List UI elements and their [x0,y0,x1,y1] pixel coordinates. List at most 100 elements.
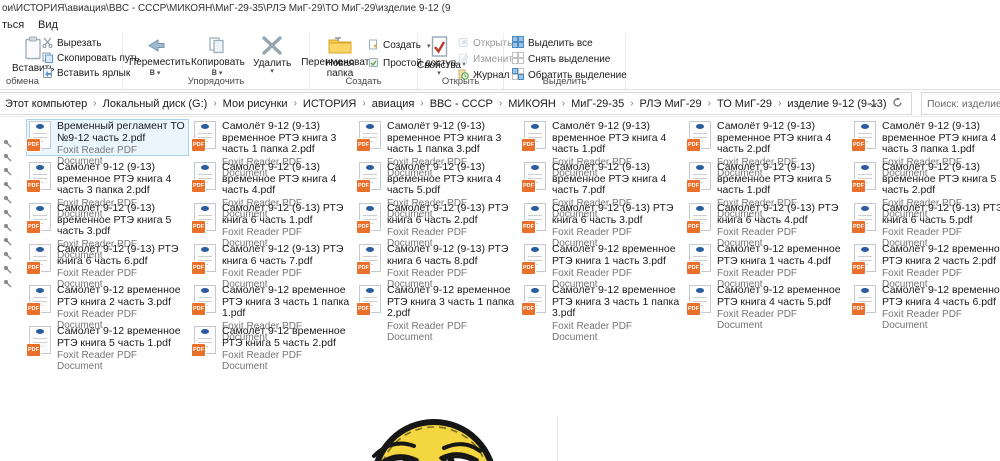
chevron-down-icon[interactable] [869,95,878,113]
breadcrumb-item[interactable]: Мои рисунки [223,98,288,110]
file-item[interactable]: PDF Самолёт 9-12 (9-13) РТЭ книга 6 част… [191,242,354,290]
explorer-window: ои\ИСТОРИЯ\авиация\ВВС - СССР\МИКОЯН\МиГ… [0,0,1000,461]
foxit-logo-icon [861,165,869,170]
foxit-logo-icon [36,165,44,170]
foxit-logo-icon [366,124,374,129]
file-item[interactable]: PDF Самолёт 9-12 (9-13) РТЭ книга 6 част… [356,242,519,290]
pdf-badge: PDF [27,303,40,315]
delete-button[interactable]: Удалить ▾ [253,36,291,75]
file-item[interactable]: PDF Самолёт 9-12 (9-13) временное РТЭ кн… [356,119,519,179]
address-bar[interactable]: Этот компьютер › Локальный диск (G:) › Мои р… [0,92,912,115]
search-box[interactable] [921,92,1000,115]
breadcrumb-item[interactable]: Этот компьютер [5,98,87,110]
file-name: Самолёт 9-12 (9-13) временное РТЭ книга … [717,161,832,196]
pdf-badge: PDF [27,221,40,233]
pin-icon [3,139,12,148]
breadcrumb-item[interactable]: ВВС - СССР [430,98,493,110]
pdf-badge: PDF [357,262,370,274]
pdf-file-icon: PDF [357,285,381,315]
file-item[interactable]: PDF Самолёт 9-12 (9-13) временное РТЭ кн… [521,119,684,179]
copy-to-button[interactable]: Копировать в [191,36,245,80]
foxit-logo-icon [201,206,209,211]
tab-view[interactable]: Вид [38,19,58,31]
file-item[interactable]: PDF Временный регламент ТО №9-12 часть 2… [26,119,189,167]
pdf-badge: PDF [192,262,205,274]
pdf-file-icon: PDF [192,162,216,192]
file-item[interactable]: PDF Самолёт 9-12 временное РТЭ книга 2 ч… [851,242,1000,290]
file-item[interactable]: PDF Самолёт 9-12 (9-13) РТЭ книга 6 част… [356,201,519,249]
pin-icon [3,195,12,204]
foxit-logo-icon [36,247,44,252]
select-all-button[interactable]: Выделить все [512,36,627,51]
file-item[interactable]: PDF Самолёт 9-12 (9-13) РТЭ книга 6 част… [191,201,354,249]
file-item[interactable]: PDF Самолёт 9-12 (9-13) РТЭ книга 6 част… [686,201,849,249]
file-item[interactable]: PDF Самолёт 9-12 (9-13) временное РТЭ кн… [356,160,519,220]
pin-column [3,139,12,288]
foxit-logo-icon [366,288,374,293]
file-item[interactable]: PDF Самолёт 9-12 (9-13) временное РТЭ кн… [686,119,849,179]
search-input[interactable] [922,93,1000,114]
file-item[interactable]: PDF Самолёт 9-12 временное РТЭ книга 1 ч… [521,242,684,290]
pdf-file-icon: PDF [852,203,876,233]
file-item[interactable]: PDF Самолёт 9-12 временное РТЭ книга 4 ч… [686,283,849,331]
foxit-logo-icon [36,206,44,211]
file-item[interactable]: PDF Самолёт 9-12 временное РТЭ книга 3 ч… [191,283,354,343]
pdf-badge: PDF [852,262,865,274]
file-grid: PDF Временный регламент ТО №9-12 часть 2… [26,119,1000,372]
pdf-file-icon: PDF [687,285,711,315]
properties-icon [431,36,448,61]
file-item[interactable]: PDF Самолёт 9-12 временное РТЭ книга 5 ч… [26,324,189,372]
pdf-file-icon: PDF [192,244,216,274]
file-item[interactable]: PDF Самолёт 9-12 (9-13) РТЭ книга 6 част… [26,242,189,290]
file-item[interactable]: PDF Самолёт 9-12 (9-13) РТЭ книга 6 част… [851,201,1000,249]
file-item[interactable]: PDF Самолёт 9-12 (9-13) РТЭ книга 6 част… [521,201,684,249]
file-item[interactable]: PDF Самолёт 9-12 (9-13) временное РТЭ кн… [191,119,354,179]
breadcrumb-item[interactable]: МиГ-29-35 [571,98,624,110]
file-name: Самолёт 9-12 (9-13) РТЭ книга 6 часть 1.… [222,202,344,226]
file-name: Самолёт 9-12 (9-13) временное РТЭ книга … [57,161,172,196]
pdf-badge: PDF [687,180,700,192]
group-label-clipboard: обмена [6,76,39,87]
foxit-logo-icon [366,206,374,211]
pdf-badge: PDF [522,180,535,192]
foxit-logo-icon [36,124,44,129]
edit-icon [458,53,469,67]
file-item[interactable]: PDF Самолёт 9-12 (9-13) временное РТЭ кн… [26,201,189,261]
breadcrumb-item[interactable]: РЛЭ МиГ-29 [640,98,702,110]
properties-button[interactable]: Свойства ▾ [417,36,461,77]
file-item[interactable]: PDF Самолёт 9-12 временное РТЭ книга 1 ч… [686,242,849,290]
file-item[interactable]: PDF Самолёт 9-12 (9-13) временное РТЭ кн… [851,160,1000,220]
breadcrumb-separator-icon: › [420,98,424,109]
breadcrumb-item[interactable]: МИКОЯН [508,98,556,110]
file-column: PDF Самолёт 9-12 (9-13) временное РТЭ кн… [686,119,851,365]
foxit-logo-icon [696,288,704,293]
file-item[interactable]: PDF Самолёт 9-12 временное РТЭ книга 5 ч… [191,324,354,372]
breadcrumb-item[interactable]: ТО МиГ-29 [717,98,772,110]
select-none-button[interactable]: Снять выделение [512,52,627,67]
file-item[interactable]: PDF Самолёт 9-12 временное РТЭ книга 3 ч… [356,283,519,343]
breadcrumb-item[interactable]: Локальный диск (G:) [103,98,208,110]
file-item[interactable]: PDF Самолёт 9-12 временное РТЭ книга 2 ч… [26,283,189,331]
foxit-logo-icon [696,206,704,211]
pdf-file-icon: PDF [192,326,216,356]
delete-x-icon [260,36,284,59]
new-folder-button[interactable]: Новая папка [318,36,362,80]
file-item[interactable]: PDF Самолёт 9-12 (9-13) временное РТЭ кн… [521,160,684,220]
file-item[interactable]: PDF Самолёт 9-12 (9-13) временное РТЭ кн… [191,160,354,220]
file-item[interactable]: PDF Самолёт 9-12 (9-13) временное РТЭ кн… [686,160,849,220]
move-to-button[interactable]: Переместить в [129,36,190,80]
ribbon-tab-bar: ться Вид [0,17,1000,33]
pdf-badge: PDF [27,180,40,192]
file-item[interactable]: PDF Самолёт 9-12 временное РТЭ книга 4 ч… [851,283,1000,331]
file-item[interactable]: PDF Самолёт 9-12 (9-13) временное РТЭ кн… [26,160,189,220]
foxit-logo-icon [531,165,539,170]
pdf-badge: PDF [522,221,535,233]
breadcrumb-item[interactable]: авиация [372,98,415,110]
breadcrumb-item[interactable]: ИСТОРИЯ [303,98,356,110]
ribbon-empty-space [626,33,1000,89]
tab-share-fragment[interactable]: ться [2,19,24,31]
refresh-icon[interactable] [892,95,903,113]
easy-access-icon [368,57,379,71]
file-item[interactable]: PDF Самолёт 9-12 временное РТЭ книга 3 ч… [521,283,684,343]
file-item[interactable]: PDF Самолёт 9-12 (9-13) временное РТЭ кн… [851,119,1000,179]
